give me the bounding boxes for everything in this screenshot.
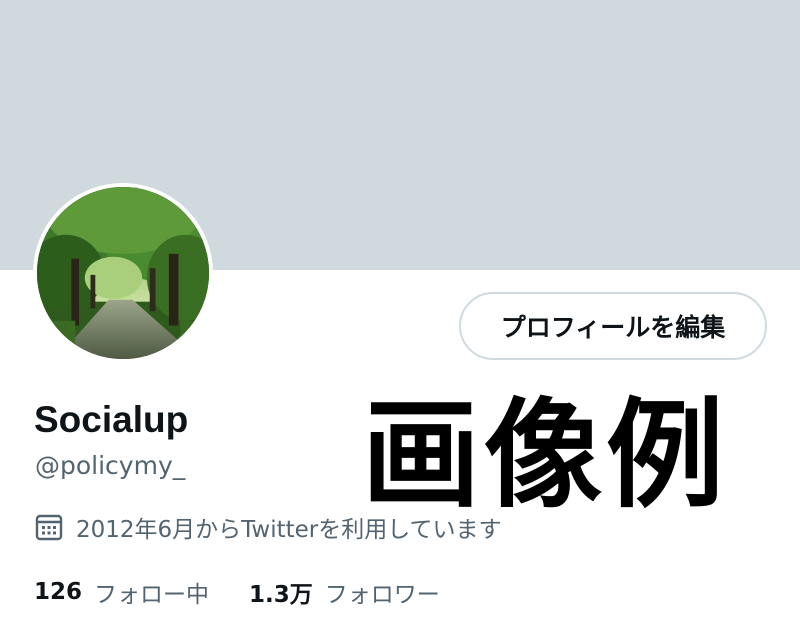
following-count: 126: [34, 579, 83, 605]
join-date-text: 2012年6月からTwitterを利用しています: [76, 517, 502, 543]
following-link[interactable]: 126 フォロー中: [34, 575, 209, 609]
followers-label: フォロワー: [324, 582, 440, 608]
display-name: Socialup: [34, 399, 189, 440]
follow-stats: 126 フォロー中 1.3万 フォロワー: [34, 572, 480, 612]
profile-page: プロフィールを編集 Socialup @policymy_ 画像例 2012年6…: [0, 0, 800, 633]
calendar-icon: [34, 512, 64, 542]
avatar[interactable]: [33, 183, 213, 363]
join-date: 2012年6月からTwitterを利用しています: [34, 509, 502, 545]
sample-image-watermark: 画像例: [362, 385, 729, 524]
followers-count: 1.3万: [249, 582, 313, 608]
edit-profile-button[interactable]: プロフィールを編集: [459, 292, 767, 360]
following-label: フォロー中: [94, 582, 210, 608]
user-handle: @policymy_: [35, 451, 186, 480]
avatar-tree-tunnel-image: [37, 187, 209, 359]
followers-link[interactable]: 1.3万 フォロワー: [249, 575, 440, 609]
